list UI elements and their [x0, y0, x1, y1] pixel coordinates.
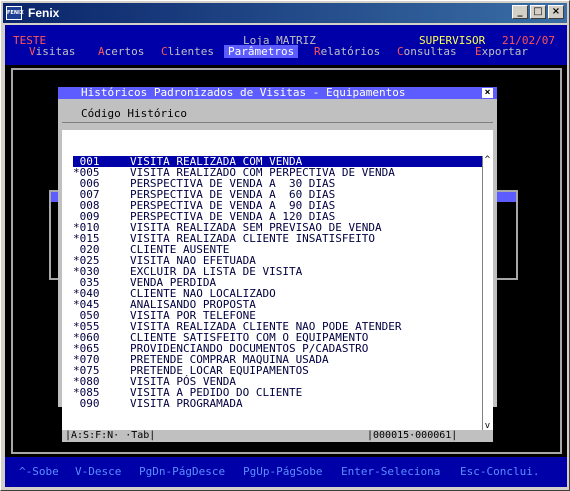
- item-code: 090: [73, 397, 100, 410]
- dialog-title: Históricos Padronizados de Visitas - Equ…: [58, 87, 497, 99]
- menu-exportar[interactable]: Exportar: [475, 45, 528, 58]
- menu-visitas[interactable]: Visitas: [29, 45, 75, 58]
- scroll-up-icon[interactable]: ^: [483, 156, 492, 165]
- column-header: Código Histórico: [62, 101, 493, 123]
- minimize-button[interactable]: _: [512, 5, 528, 19]
- app-window: FENIX Fenix _ □ × TESTE Loja MATRIZ SUPE…: [0, 0, 570, 491]
- status-bar: ^-Sobe V-Desce PgDn-PágDesce PgUp-PágSob…: [5, 457, 567, 487]
- scrollbar[interactable]: ^ v: [482, 156, 492, 431]
- hint-pgdn: PgDn-PágDesce: [139, 465, 226, 478]
- footer-keys: |A:S:F:N· ·Tab|: [65, 430, 156, 441]
- record-counter: |000015·000061|: [367, 430, 458, 441]
- menu-parametros[interactable]: Parâmetros: [224, 45, 299, 58]
- main-menu: Visitas Acertos Clientes Parâmetros Rela…: [5, 45, 567, 58]
- historicos-list[interactable]: 001 VISITA REALIZADA COM VENDA *005 VISITA …: [62, 130, 493, 432]
- maximize-button[interactable]: □: [530, 5, 546, 19]
- window-title: Fenix: [28, 6, 60, 20]
- background-dialog-right: [494, 190, 518, 280]
- item-description: VISITA PROGRAMADA: [130, 397, 243, 410]
- app-icon: FENIX: [6, 6, 24, 20]
- historicos-dialog: Históricos Padronizados de Visitas - Equ…: [58, 87, 497, 442]
- list-item[interactable]: 090 VISITA PROGRAMADA: [73, 398, 482, 409]
- menu-relatorios[interactable]: Relatórios: [314, 45, 380, 58]
- hint-esc: Esc-Conclui.: [460, 465, 540, 478]
- menu-clientes[interactable]: Clientes: [161, 45, 214, 58]
- list-footer: |A:S:F:N· ·Tab| |000015·000061|: [62, 430, 493, 442]
- title-bar[interactable]: FENIX Fenix _ □ ×: [3, 3, 567, 23]
- top-bar: TESTE Loja MATRIZ SUPERVISOR 21/02/07 Vi…: [5, 25, 567, 65]
- column-header-label: Código Histórico: [81, 107, 187, 120]
- menu-consultas[interactable]: Consultas: [397, 45, 457, 58]
- close-button[interactable]: ×: [548, 5, 564, 19]
- hint-up: ^-Sobe: [19, 465, 59, 478]
- hint-down: V-Desce: [75, 465, 122, 478]
- menu-acertos[interactable]: Acertos: [98, 45, 144, 58]
- hint-pgup: PgUp-PágSobe: [243, 465, 323, 478]
- hint-enter: Enter-Seleciona: [341, 465, 441, 478]
- dialog-close-button[interactable]: ×: [482, 88, 493, 98]
